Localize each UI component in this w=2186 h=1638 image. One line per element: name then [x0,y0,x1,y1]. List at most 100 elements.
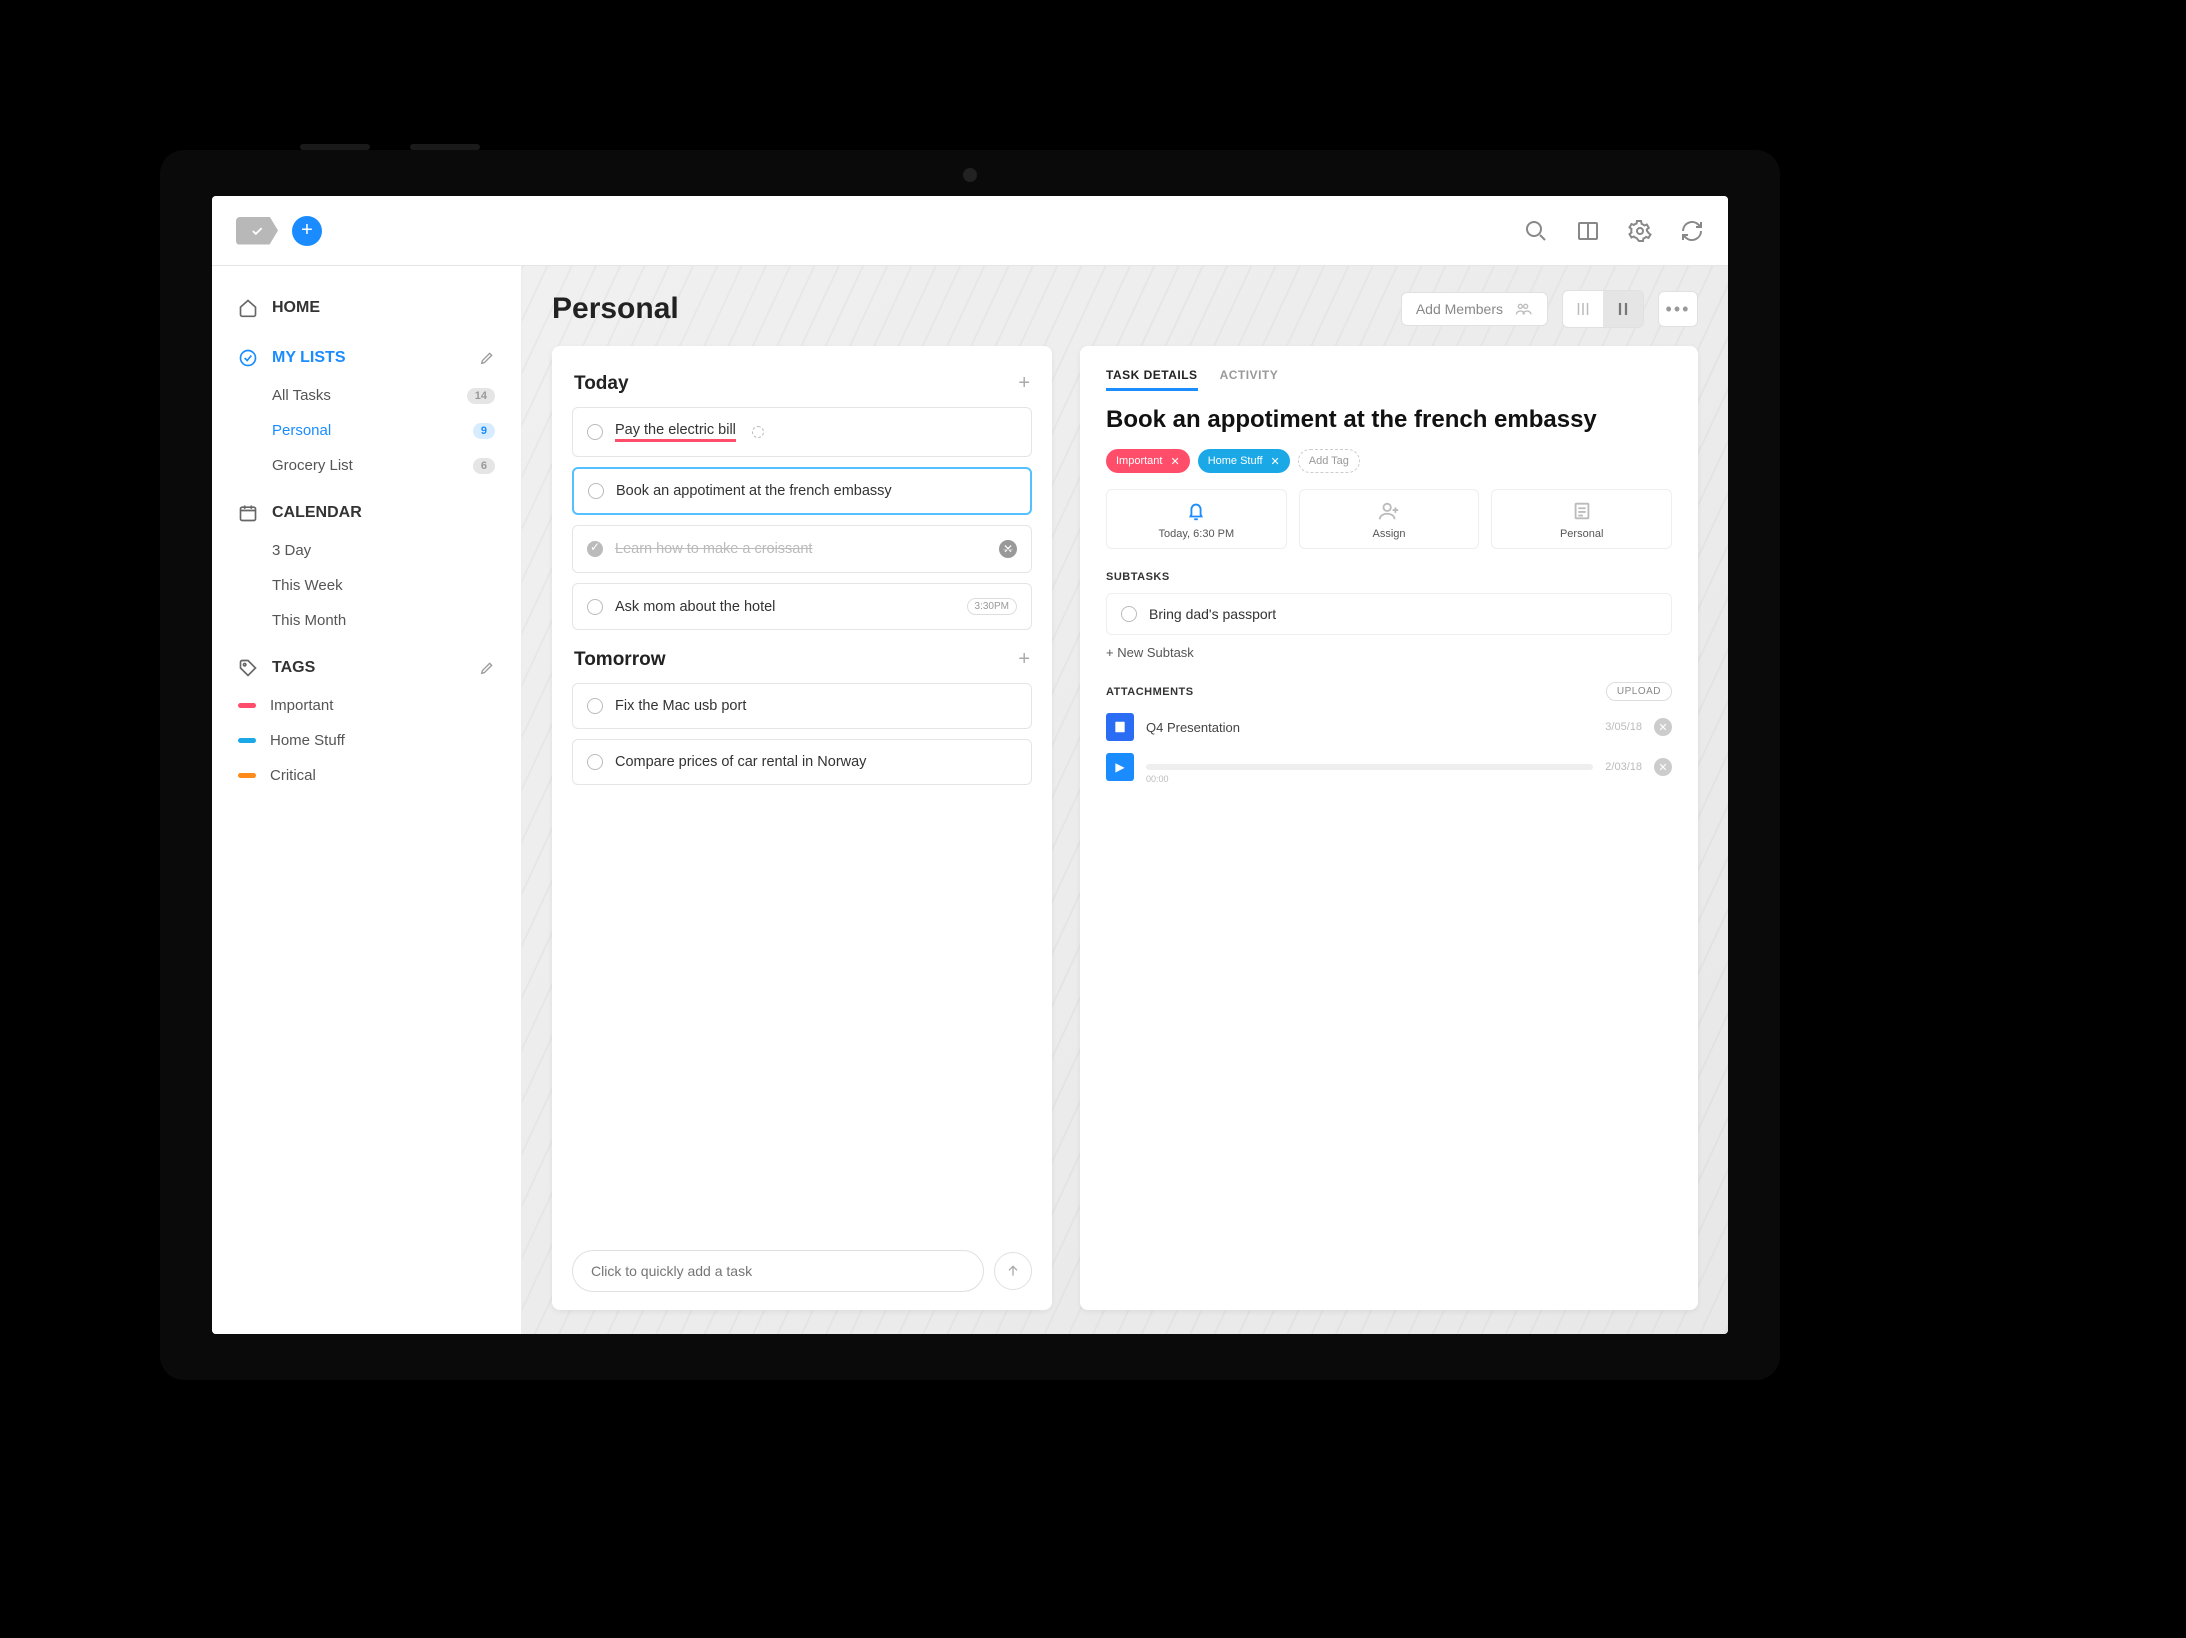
cal-label: 3 Day [272,542,311,559]
doc-thumb-icon [1106,713,1134,741]
add-members-button[interactable]: Add Members [1401,292,1548,326]
attachment-delete-button[interactable]: ✕ [1654,758,1672,776]
tag-label: Home Stuff [270,732,345,749]
sidebar-tags-label: TAGS [272,659,315,677]
tag-label: Critical [270,767,316,784]
audio-time: 00:00 [1146,774,1169,784]
sidebar-cal-week[interactable]: This Week [212,568,521,603]
reminder-card[interactable]: Today, 6:30 PM [1106,489,1287,549]
titlebar: + [212,196,1728,266]
audio-progress[interactable]: 00:00 [1146,764,1593,770]
sidebar-mylists-label: MY LISTS [272,349,346,367]
list-card[interactable]: Personal [1491,489,1672,549]
search-icon[interactable] [1524,219,1548,243]
user-plus-icon [1378,500,1400,522]
list-label: Grocery List [272,457,353,474]
panels-icon[interactable] [1576,219,1600,243]
subtask-checkbox[interactable] [1121,606,1137,622]
remove-tag-icon[interactable]: ✕ [1271,455,1280,468]
sidebar-home-label: HOME [272,299,320,317]
task-checkbox[interactable] [587,698,603,714]
sidebar-item-personal[interactable]: Personal 9 [212,413,521,448]
reminder-label: Today, 6:30 PM [1159,528,1235,540]
pencil-icon[interactable] [479,660,495,676]
sidebar: HOME MY LISTS All Tasks 14 Personal [212,266,522,1334]
new-subtask-button[interactable]: + New Subtask [1106,645,1672,660]
add-tag-button[interactable]: Add Tag [1298,449,1360,473]
sidebar-mylists[interactable]: MY LISTS [212,338,521,378]
task-checkbox[interactable] [587,424,603,440]
count-badge: 6 [473,458,495,474]
list-label: Personal [272,422,331,439]
add-today-button[interactable]: + [1018,372,1030,395]
sidebar-cal-month[interactable]: This Month [212,603,521,638]
task-title: Compare prices of car rental in Norway [615,754,866,770]
subtask-row[interactable]: Bring dad's passport [1106,593,1672,635]
task-row[interactable]: Learn how to make a croissant ✕ [572,525,1032,573]
remove-tag-icon[interactable]: ✕ [1170,455,1179,468]
page-title: Personal [552,292,679,326]
more-button[interactable]: ••• [1658,291,1698,327]
list-icon [1571,500,1593,522]
add-members-label: Add Members [1416,301,1503,317]
tag-swatch [238,738,256,743]
count-badge: 9 [473,423,495,439]
tag-critical[interactable]: Critical [212,758,521,793]
tab-task-details[interactable]: TASK DETAILS [1106,368,1198,391]
sidebar-calendar-label: CALENDAR [272,504,362,522]
sidebar-tags[interactable]: TAGS [212,648,521,688]
sidebar-item-all-tasks[interactable]: All Tasks 14 [212,378,521,413]
tab-activity[interactable]: ACTIVITY [1220,368,1279,391]
task-row[interactable]: Book an appotiment at the french embassy [572,467,1032,515]
task-checkbox[interactable] [587,541,603,557]
tag-text: Add Tag [1309,455,1349,467]
detail-tag-important[interactable]: Important✕ [1106,449,1190,473]
view-list-button[interactable] [1563,291,1603,327]
task-list-panel: Today + Pay the electric bill Book an ap [552,346,1052,1310]
task-checkbox[interactable] [587,599,603,615]
delete-task-button[interactable]: ✕ [999,540,1017,558]
sidebar-cal-3day[interactable]: 3 Day [212,533,521,568]
attachment-name: Q4 Presentation [1146,720,1240,735]
arrow-up-icon [1005,1263,1021,1279]
quick-add-input[interactable] [572,1250,984,1292]
task-checkbox[interactable] [588,483,604,499]
task-checkbox[interactable] [587,754,603,770]
attachment-delete-button[interactable]: ✕ [1654,718,1672,736]
task-row[interactable]: Pay the electric bill [572,407,1032,457]
attachment-date: 2/03/18 [1605,761,1642,773]
detail-tag-home[interactable]: Home Stuff✕ [1198,449,1290,473]
assign-label: Assign [1372,528,1405,540]
list-label: Personal [1560,528,1603,540]
attachment-row[interactable]: Q4 Presentation 3/05/18 ✕ [1106,713,1672,741]
bell-icon [1185,500,1207,522]
main-area: Personal Add Members [522,266,1728,1334]
upload-button[interactable]: UPLOAD [1606,682,1672,701]
tag-label: Important [270,697,333,714]
new-task-button[interactable]: + [292,216,322,246]
task-row[interactable]: Compare prices of car rental in Norway [572,739,1032,785]
task-row[interactable]: Ask mom about the hotel 3:30PM [572,583,1032,630]
columns-icon [1574,300,1592,318]
subtasks-heading: SUBTASKS [1106,571,1672,583]
view-split-button[interactable] [1603,291,1643,327]
pencil-icon[interactable] [479,350,495,366]
sidebar-item-grocery[interactable]: Grocery List 6 [212,448,521,483]
settings-icon[interactable] [1628,219,1652,243]
device-shadow [260,1360,1660,1530]
app-screen: + HOME [212,196,1728,1334]
quick-add-submit[interactable] [994,1252,1032,1290]
app-logo-icon [236,217,278,245]
sidebar-home[interactable]: HOME [212,288,521,328]
assign-card[interactable]: Assign [1299,489,1480,549]
add-tomorrow-button[interactable]: + [1018,648,1030,671]
tag-important[interactable]: Important [212,688,521,723]
calendar-icon [238,503,258,523]
sidebar-calendar[interactable]: CALENDAR [212,493,521,533]
task-time-chip: 3:30PM [967,598,1017,615]
attachment-row[interactable]: ▶ 00:00 2/03/18 ✕ [1106,753,1672,781]
sync-icon[interactable] [1680,219,1704,243]
tag-home-stuff[interactable]: Home Stuff [212,723,521,758]
task-details-panel: TASK DETAILS ACTIVITY Book an appotiment… [1080,346,1698,1310]
task-row[interactable]: Fix the Mac usb port [572,683,1032,729]
